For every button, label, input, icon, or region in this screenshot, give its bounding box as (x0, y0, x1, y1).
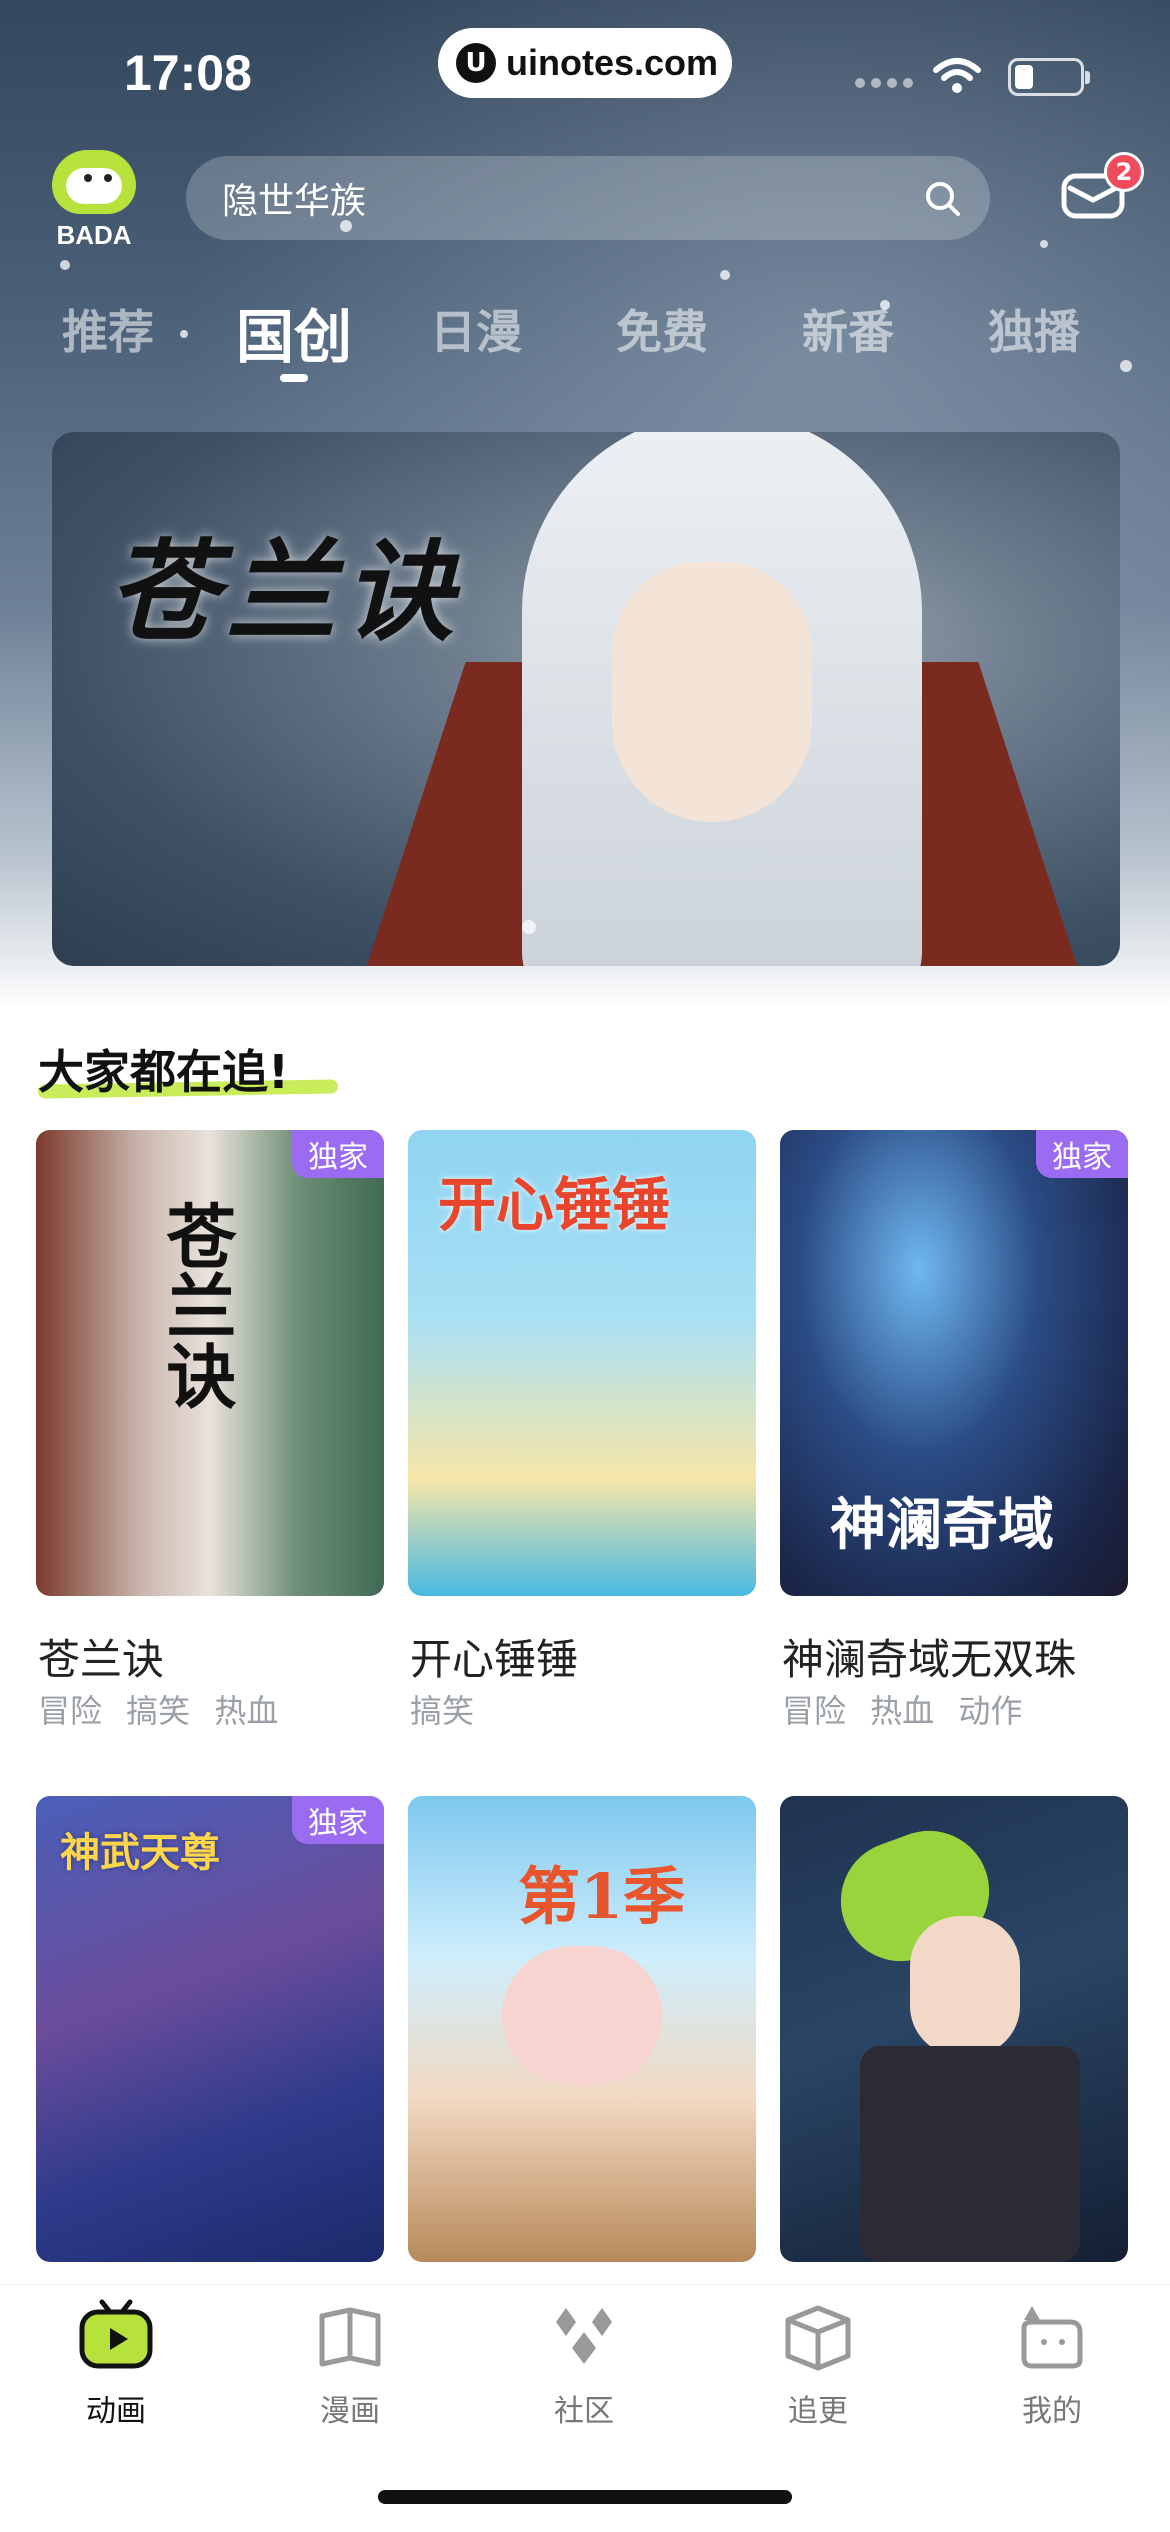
show-card[interactable]: 第1季 (408, 1796, 756, 2262)
battery-icon (1008, 58, 1090, 96)
logo-text: BADA (56, 220, 132, 250)
nav-profile[interactable]: 我的 (982, 2298, 1122, 2430)
show-tags: 冒险 热血 动作 (782, 1692, 1023, 1730)
show-card[interactable] (780, 1796, 1128, 2262)
exclusive-badge: 独家 (292, 1796, 384, 1844)
exclusive-badge: 独家 (292, 1130, 384, 1178)
show-tags: 搞笑 (410, 1692, 475, 1730)
section-title: 大家都在追! (38, 1045, 289, 1099)
nav-comic[interactable]: 漫画 (280, 2298, 420, 2430)
box-icon (785, 2305, 851, 2371)
nav-label: 动画 (86, 2394, 146, 2429)
show-cover (780, 1796, 1128, 2262)
nav-follow[interactable]: 追更 (748, 2298, 888, 2430)
show-card[interactable]: 开心锤锤 开心锤锤 搞笑 (408, 1130, 756, 1730)
search-bar[interactable]: 隐世华族 (186, 156, 990, 240)
tab-new[interactable]: 新番 (768, 296, 928, 362)
tab-japanese-anime[interactable]: 日漫 (396, 296, 556, 362)
nav-community[interactable]: 社区 (514, 2298, 654, 2430)
show-cover: 第1季 (408, 1796, 756, 2262)
tab-free[interactable]: 免费 (582, 296, 742, 362)
show-cover: 神澜奇域 (780, 1130, 1128, 1596)
search-icon[interactable] (922, 178, 962, 218)
show-title: 苍兰诀 (38, 1635, 165, 1684)
watermark-badge: U uinotes.com (438, 28, 732, 98)
exclusive-badge: 独家 (1036, 1130, 1128, 1178)
comic-book-icon (319, 2307, 381, 2367)
home-indicator[interactable] (378, 2490, 792, 2504)
show-tags: 冒险 搞笑 热血 (38, 1692, 279, 1730)
show-cover: 神武天尊 (36, 1796, 384, 2262)
banner-title: 苍兰诀 (108, 527, 462, 656)
show-card[interactable]: 神武天尊 独家 (36, 1796, 384, 2262)
status-time: 17:08 (124, 45, 252, 101)
watermark-logo-icon: U (456, 43, 496, 83)
status-bar: 17:08 U uinotes.com (0, 0, 1170, 140)
wifi-icon (933, 58, 981, 93)
profile-icon (1021, 2306, 1083, 2369)
nav-label: 漫画 (320, 2394, 380, 2429)
show-card[interactable]: 神澜奇域 独家 神澜奇域无双珠 冒险 热血 动作 (780, 1130, 1128, 1730)
tab-recommend[interactable]: 推荐 (28, 296, 188, 362)
watermark-text: uinotes.com (506, 42, 719, 83)
nav-label: 我的 (1022, 2394, 1082, 2429)
show-card[interactable]: 苍兰诀 独家 苍兰诀 冒险 搞笑 热血 (36, 1130, 384, 1730)
bada-logo[interactable]: BADA (44, 144, 144, 254)
show-cover: 开心锤锤 (408, 1130, 756, 1596)
tab-exclusive[interactable]: 独播 (954, 296, 1114, 362)
category-tabs: 推荐 国创 日漫 免费 新番 独播 (0, 296, 1170, 386)
nav-label: 社区 (554, 2394, 614, 2429)
show-title: 神澜奇域无双珠 (782, 1635, 1077, 1684)
cellular-signal-icon (855, 78, 913, 88)
nav-label: 追更 (788, 2394, 848, 2429)
community-icon (556, 2308, 612, 2364)
banner-pagination (522, 920, 536, 934)
search-placeholder: 隐世华族 (222, 181, 367, 222)
tab-guochuang[interactable]: 国创 (214, 290, 374, 374)
show-title: 开心锤锤 (410, 1635, 579, 1684)
active-tab-indicator (280, 374, 308, 382)
show-cover: 苍兰诀 (36, 1130, 384, 1596)
notification-badge: 2 (1104, 152, 1144, 192)
tv-icon (79, 2299, 153, 2369)
featured-banner[interactable]: 苍兰诀 (52, 432, 1120, 966)
banner-character-image (612, 562, 812, 822)
nav-anime[interactable]: 动画 (46, 2298, 186, 2430)
